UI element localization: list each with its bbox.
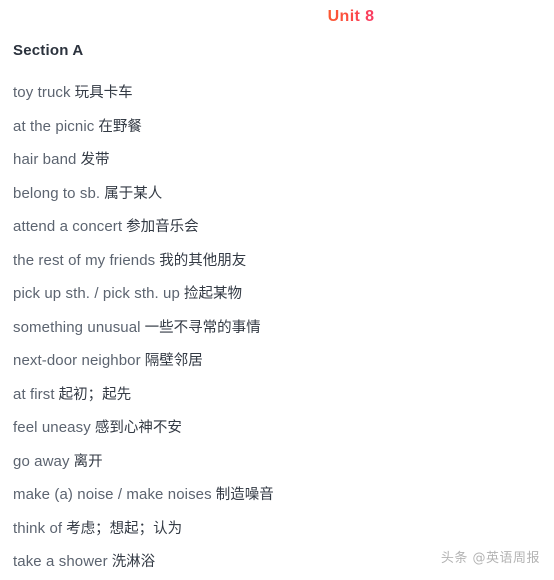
vocabulary-entry-english: toy truck: [13, 84, 71, 101]
vocabulary-entry: think of 考虑；想起；认为: [13, 512, 541, 546]
vocabulary-entry-chinese: 一些不寻常的事情: [144, 319, 261, 336]
vocabulary-page: Unit 8 Section A toy truck 玩具卡车 at the pic…: [0, 0, 554, 575]
vocabulary-entry-chinese: 属于某人: [104, 185, 163, 202]
vocabulary-entry-english: feel uneasy: [13, 419, 91, 436]
vocabulary-entry: at first 起初；起先: [13, 378, 541, 412]
vocabulary-entry: next-door neighbor 隔壁邻居: [13, 344, 541, 378]
unit-title: Unit 8: [327, 8, 375, 25]
vocabulary-entry-english: hair band: [13, 151, 77, 168]
vocabulary-entry-english: at first: [13, 385, 55, 403]
vocabulary-entry-english: take a shower: [13, 553, 108, 570]
vocabulary-entry: belong to sb. 属于某人: [13, 177, 541, 211]
vocabulary-entry: hair band 发带: [13, 143, 541, 177]
vocabulary-entry-english: the rest of my friends: [13, 251, 156, 269]
vocabulary-entry-chinese: 洗淋浴: [111, 554, 156, 570]
vocabulary-entry-chinese: 参加音乐会: [126, 219, 199, 235]
vocabulary-entry-english: think of: [13, 519, 63, 537]
vocabulary-entry-english: something unusual: [13, 318, 141, 336]
vocabulary-entry-english: pick up sth. / pick sth. up: [13, 285, 180, 302]
vocabulary-entry: at the picnic 在野餐: [13, 110, 541, 144]
section-title: Section A: [13, 42, 84, 59]
vocabulary-entry: go away 离开: [13, 445, 541, 479]
vocabulary-entry-english: at the picnic: [13, 117, 95, 135]
vocabulary-entry-chinese: 离开: [73, 453, 103, 470]
vocabulary-entry-chinese: 考虑；想起；认为: [66, 520, 183, 537]
vocabulary-entry: toy truck 玩具卡车: [13, 76, 541, 110]
vocabulary-entry-english: attend a concert: [13, 218, 123, 235]
vocabulary-entry-chinese: 玩具卡车: [74, 85, 133, 101]
watermark: 头条 @英语周报: [440, 551, 540, 566]
vocabulary-entry-chinese: 起初；起先: [58, 386, 132, 403]
vocabulary-entry-chinese: 制造噪音: [215, 487, 274, 503]
vocabulary-entry: attend a concert 参加音乐会: [13, 210, 541, 244]
vocabulary-entry: the rest of my friends 我的其他朋友: [13, 244, 541, 278]
vocabulary-entry-english: belong to sb.: [13, 184, 101, 202]
vocabulary-list: toy truck 玩具卡车 at the picnic 在野餐 hair band 发带…: [13, 76, 541, 579]
unit-heading-container: Unit 8: [0, 8, 554, 26]
vocabulary-entry-chinese: 捡起某物: [183, 286, 242, 302]
vocabulary-entry: something unusual 一些不寻常的事情: [13, 311, 541, 345]
vocabulary-entry-chinese: 在野餐: [98, 118, 142, 135]
vocabulary-entry: feel uneasy 感到心神不安: [13, 411, 541, 445]
vocabulary-entry: pick up sth. / pick sth. up 捡起某物: [13, 277, 541, 311]
vocabulary-entry-chinese: 隔壁邻居: [144, 353, 203, 369]
vocabulary-entry-chinese: 感到心神不安: [94, 420, 182, 436]
vocabulary-entry-chinese: 我的其他朋友: [159, 252, 247, 269]
vocabulary-entry-english: next-door neighbor: [13, 352, 141, 369]
vocabulary-entry-chinese: 发带: [80, 152, 110, 168]
vocabulary-entry: make (a) noise / make noises 制造噪音: [13, 478, 541, 512]
vocabulary-entry-english: make (a) noise / make noises: [13, 486, 212, 503]
vocabulary-entry-english: go away: [13, 452, 70, 470]
